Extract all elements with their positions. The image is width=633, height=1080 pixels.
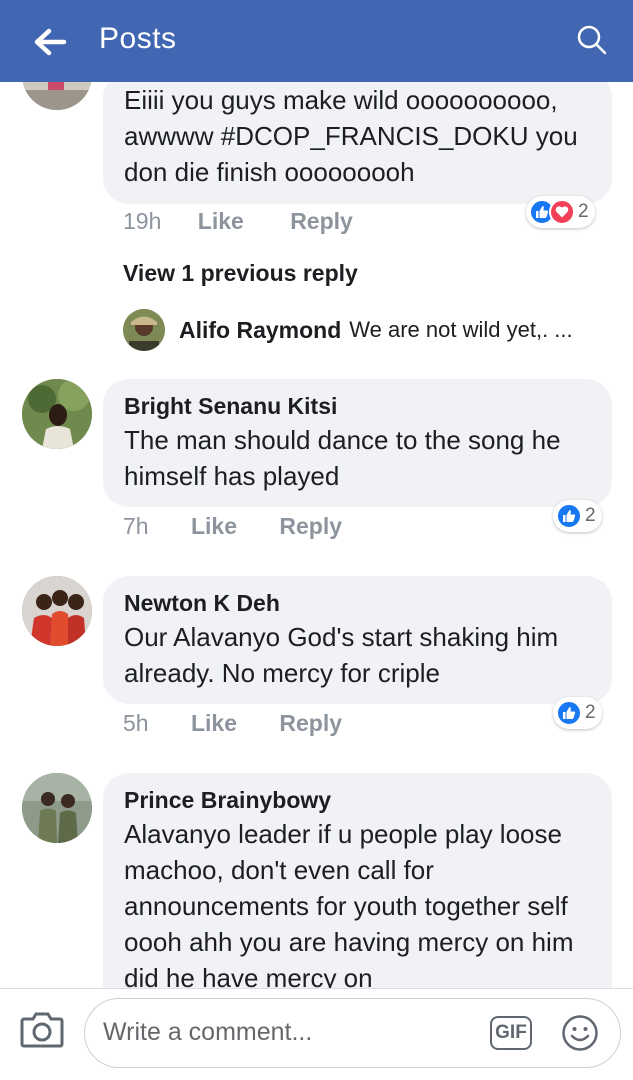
comment-bubble[interactable]: Newton K Deh Our Alavanyo God's start sh… (103, 576, 612, 704)
comment-text: Eiiii you guys make wild oooooooooo, aww… (124, 85, 578, 187)
comment-bubble[interactable]: Eiiii you guys make wild oooooooooo, aww… (103, 82, 612, 204)
like-reaction-icon (556, 503, 582, 529)
camera-icon[interactable] (20, 1009, 64, 1049)
reply-avatar[interactable] (123, 309, 165, 351)
comment-meta: 19h Like Reply (123, 208, 353, 235)
comment-composer: Write a comment... GIF (0, 988, 633, 1080)
reply-link[interactable]: Reply (279, 710, 342, 737)
comment-meta: 7h Like Reply (123, 513, 342, 540)
comment-input[interactable]: Write a comment... GIF (84, 998, 621, 1068)
comment-bubble[interactable]: Bright Senanu Kitsi The man should dance… (103, 379, 612, 507)
reaction-summary[interactable]: 2 (526, 196, 595, 228)
comment-bubble[interactable]: Prince Brainybowy Alavanyo leader if u p… (103, 773, 612, 988)
comment-time: 5h (123, 710, 149, 736)
reaction-count: 2 (585, 702, 596, 723)
like-link[interactable]: Like (191, 710, 237, 737)
comment-time: 19h (123, 208, 162, 234)
emoji-icon[interactable] (561, 1014, 599, 1052)
reaction-count: 2 (585, 505, 596, 526)
reply-preview[interactable]: Alifo Raymond We are not wild yet,. ... (123, 309, 573, 351)
search-icon[interactable] (574, 22, 610, 58)
reaction-summary[interactable]: 2 (553, 697, 602, 729)
like-link[interactable]: Like (198, 208, 244, 235)
love-reaction-icon (549, 199, 575, 225)
reaction-summary[interactable]: 2 (553, 500, 602, 532)
reply-link[interactable]: Reply (279, 513, 342, 540)
like-link[interactable]: Like (191, 513, 237, 540)
comments-feed[interactable]: Eiiii you guys make wild oooooooooo, aww… (0, 82, 633, 988)
reply-author[interactable]: Alifo Raymond (179, 317, 341, 344)
back-arrow-icon[interactable] (30, 22, 70, 62)
comment-meta: 5h Like Reply (123, 710, 342, 737)
like-reaction-icon (556, 700, 582, 726)
commenter-avatar[interactable] (22, 82, 92, 110)
reaction-count: 2 (578, 201, 589, 222)
view-previous-replies[interactable]: View 1 previous reply (123, 260, 358, 287)
comment-author[interactable]: Bright Senanu Kitsi (124, 393, 337, 420)
comment-time: 7h (123, 513, 149, 539)
reply-text: We are not wild yet,. ... (349, 317, 573, 342)
commenter-avatar[interactable] (22, 773, 92, 843)
comment-text: The man should dance to the song he hims… (124, 425, 561, 491)
comment-text: Alavanyo leader if u people play loose m… (124, 819, 574, 988)
commenter-avatar[interactable] (22, 379, 92, 449)
comment-text: Our Alavanyo God's start shaking him alr… (124, 622, 559, 688)
comment-input-placeholder: Write a comment... (103, 1018, 313, 1046)
comment-author[interactable]: Prince Brainybowy (124, 787, 331, 814)
comment-author[interactable]: Newton K Deh (124, 590, 280, 617)
top-bar: Posts (0, 0, 633, 82)
reply-link[interactable]: Reply (290, 208, 353, 235)
page-title: Posts (99, 22, 177, 55)
gif-button[interactable]: GIF (490, 1016, 532, 1050)
commenter-avatar[interactable] (22, 576, 92, 646)
